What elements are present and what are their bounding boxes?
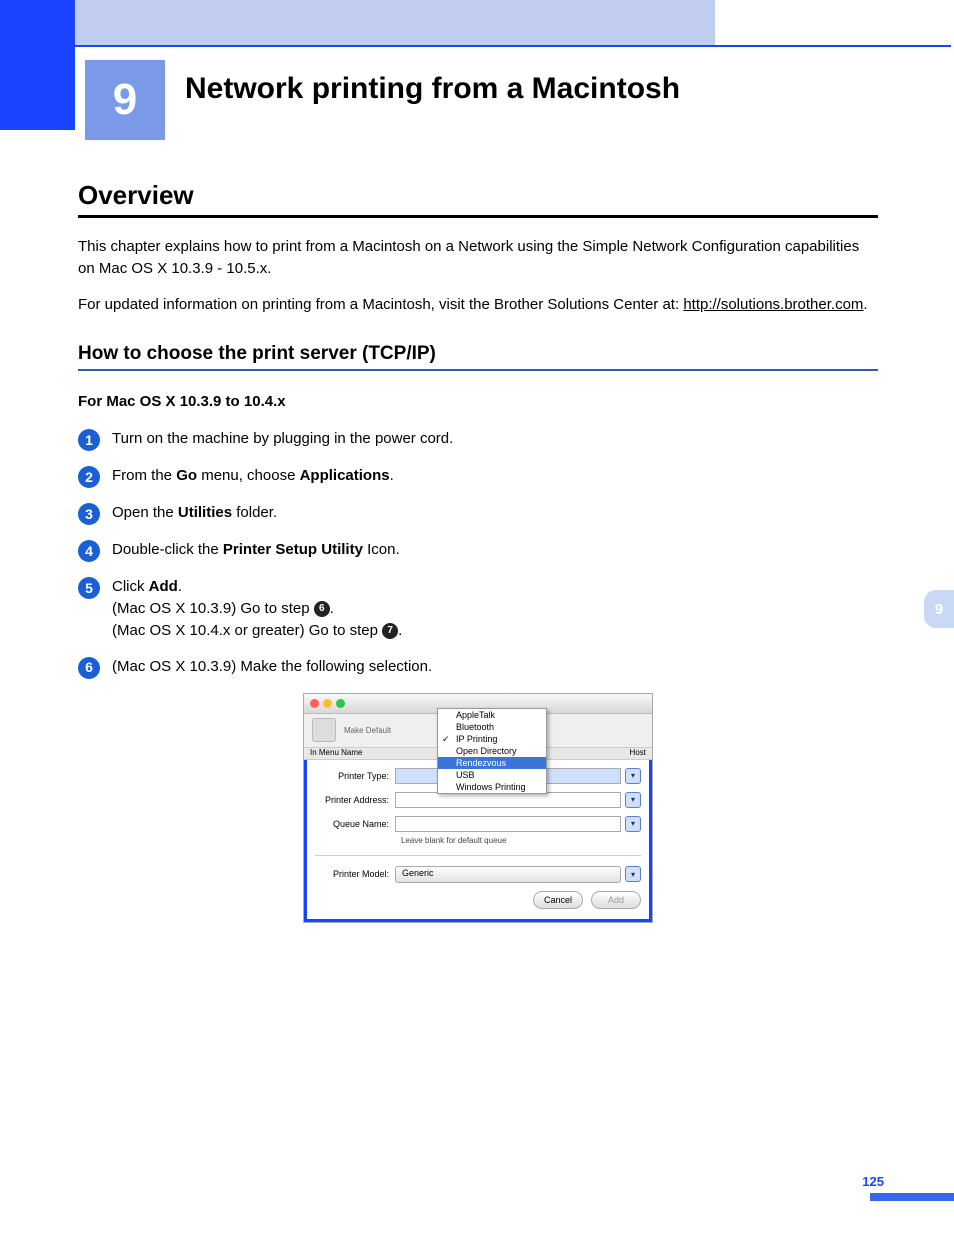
dropdown-icon[interactable]: ▾ [625,768,641,784]
add-button[interactable]: Add [591,891,641,909]
step-2: 2 From the Go menu, choose Applications. [78,465,878,488]
dropdown-icon[interactable]: ▾ [625,792,641,808]
menu-item-appletalk[interactable]: AppleTalk [438,709,546,721]
printer-model-value: Generic [402,868,434,878]
make-default-icon[interactable] [312,718,336,742]
make-default-label: Make Default [344,726,391,735]
printer-address-field[interactable] [395,792,621,808]
minimize-icon[interactable] [323,699,332,708]
os-heading: For Mac OS X 10.3.9 to 10.4.x [78,393,878,410]
tcpip-heading: How to choose the print server (TCP/IP) [78,343,878,371]
printer-setup-screenshot: Make Default In Menu Name Host AppleTalk… [303,693,653,923]
printer-address-label: Printer Address: [315,795,395,805]
overview-paragraph-2: For updated information on printing from… [78,294,878,316]
col-in-menu-name: In Menu Name [310,748,362,759]
overview-paragraph-1: This chapter explains how to print from … [78,236,878,280]
step-5-text: Click Add. (Mac OS X 10.3.9) Go to step … [112,576,878,641]
chapter-side-tab: 9 [924,590,954,628]
header-light-band [75,0,715,45]
add-printer-sheet: AppleTalk Bluetooth IP Printing Open Dir… [304,760,652,922]
header-blue-block [0,0,75,130]
menu-item-open-directory[interactable]: Open Directory [438,745,546,757]
menu-item-windows-printing[interactable]: Windows Printing [438,781,546,793]
step-3: 3 Open the Utilities folder. [78,502,878,525]
chapter-title: Network printing from a Macintosh [185,72,680,106]
step-number-badge: 6 [78,657,100,679]
solutions-link[interactable]: http://solutions.brother.com [683,296,863,313]
dropdown-icon[interactable]: ▾ [625,866,641,882]
text: From the [112,467,176,484]
dropdown-icon[interactable]: ▾ [625,816,641,832]
menu-item-usb[interactable]: USB [438,769,546,781]
bold: Applications [300,467,390,484]
step-number-badge: 1 [78,429,100,451]
bold: Go [176,467,197,484]
chapter-number-badge: 9 [85,60,165,140]
step-1: 1 Turn on the machine by plugging in the… [78,428,878,451]
step-4: 4 Double-click the Printer Setup Utility… [78,539,878,562]
text: Double-click the [112,541,223,558]
printer-type-label: Printer Type: [315,771,395,781]
zoom-icon[interactable] [336,699,345,708]
inline-step-ref-6: 6 [314,601,330,617]
col-host: Host [630,748,646,759]
step-number-badge: 4 [78,540,100,562]
bold: Printer Setup Utility [223,541,363,558]
dialog-buttons: Cancel Add [315,891,641,909]
queue-name-label: Queue Name: [315,819,395,829]
close-icon[interactable] [310,699,319,708]
separator [315,855,641,856]
step-1-text: Turn on the machine by plugging in the p… [112,428,878,450]
text: menu, choose [197,467,300,484]
text: Click [112,578,149,595]
overview-para2-suffix: . [863,296,867,313]
step-number-badge: 5 [78,577,100,599]
step-5: 5 Click Add. (Mac OS X 10.3.9) Go to ste… [78,576,878,641]
step-3-text: Open the Utilities folder. [112,502,878,524]
step-2-text: From the Go menu, choose Applications. [112,465,878,487]
step-number-badge: 2 [78,466,100,488]
overview-heading: Overview [78,180,878,218]
bold: Utilities [178,504,232,521]
text: . [398,622,402,639]
menu-item-rendezvous[interactable]: Rendezvous [438,757,546,769]
bold: Add [149,578,178,595]
page-number: 125 [862,1174,884,1189]
step-6: 6 (Mac OS X 10.3.9) Make the following s… [78,656,878,679]
text: (Mac OS X 10.3.9) Go to step [112,600,314,617]
printer-type-menu[interactable]: AppleTalk Bluetooth IP Printing Open Dir… [437,708,547,794]
queue-name-row: Queue Name: ▾ [315,816,641,832]
step-4-text: Double-click the Printer Setup Utility I… [112,539,878,561]
step-number-badge: 3 [78,503,100,525]
text: Icon. [363,541,400,558]
content-area: Overview This chapter explains how to pr… [78,180,878,923]
menu-item-bluetooth[interactable]: Bluetooth [438,721,546,733]
printer-address-row: Printer Address: ▾ [315,792,641,808]
cancel-button[interactable]: Cancel [533,891,583,909]
queue-hint: Leave blank for default queue [401,836,641,845]
footer-accent-bar [0,1193,954,1201]
text: Open the [112,504,178,521]
text: . [330,600,334,617]
text: folder. [232,504,277,521]
text: . [390,467,394,484]
queue-name-field[interactable] [395,816,621,832]
printer-model-label: Printer Model: [315,869,395,879]
inline-step-ref-7: 7 [382,623,398,639]
header-rule [75,45,951,47]
text: . [178,578,182,595]
overview-para2-prefix: For updated information on printing from… [78,296,683,313]
printer-model-select[interactable]: Generic [395,866,621,883]
printer-model-row: Printer Model: Generic ▾ [315,866,641,883]
step-6-text: (Mac OS X 10.3.9) Make the following sel… [112,656,878,678]
text: (Mac OS X 10.4.x or greater) Go to step [112,622,382,639]
menu-item-ip-printing[interactable]: IP Printing [438,733,546,745]
